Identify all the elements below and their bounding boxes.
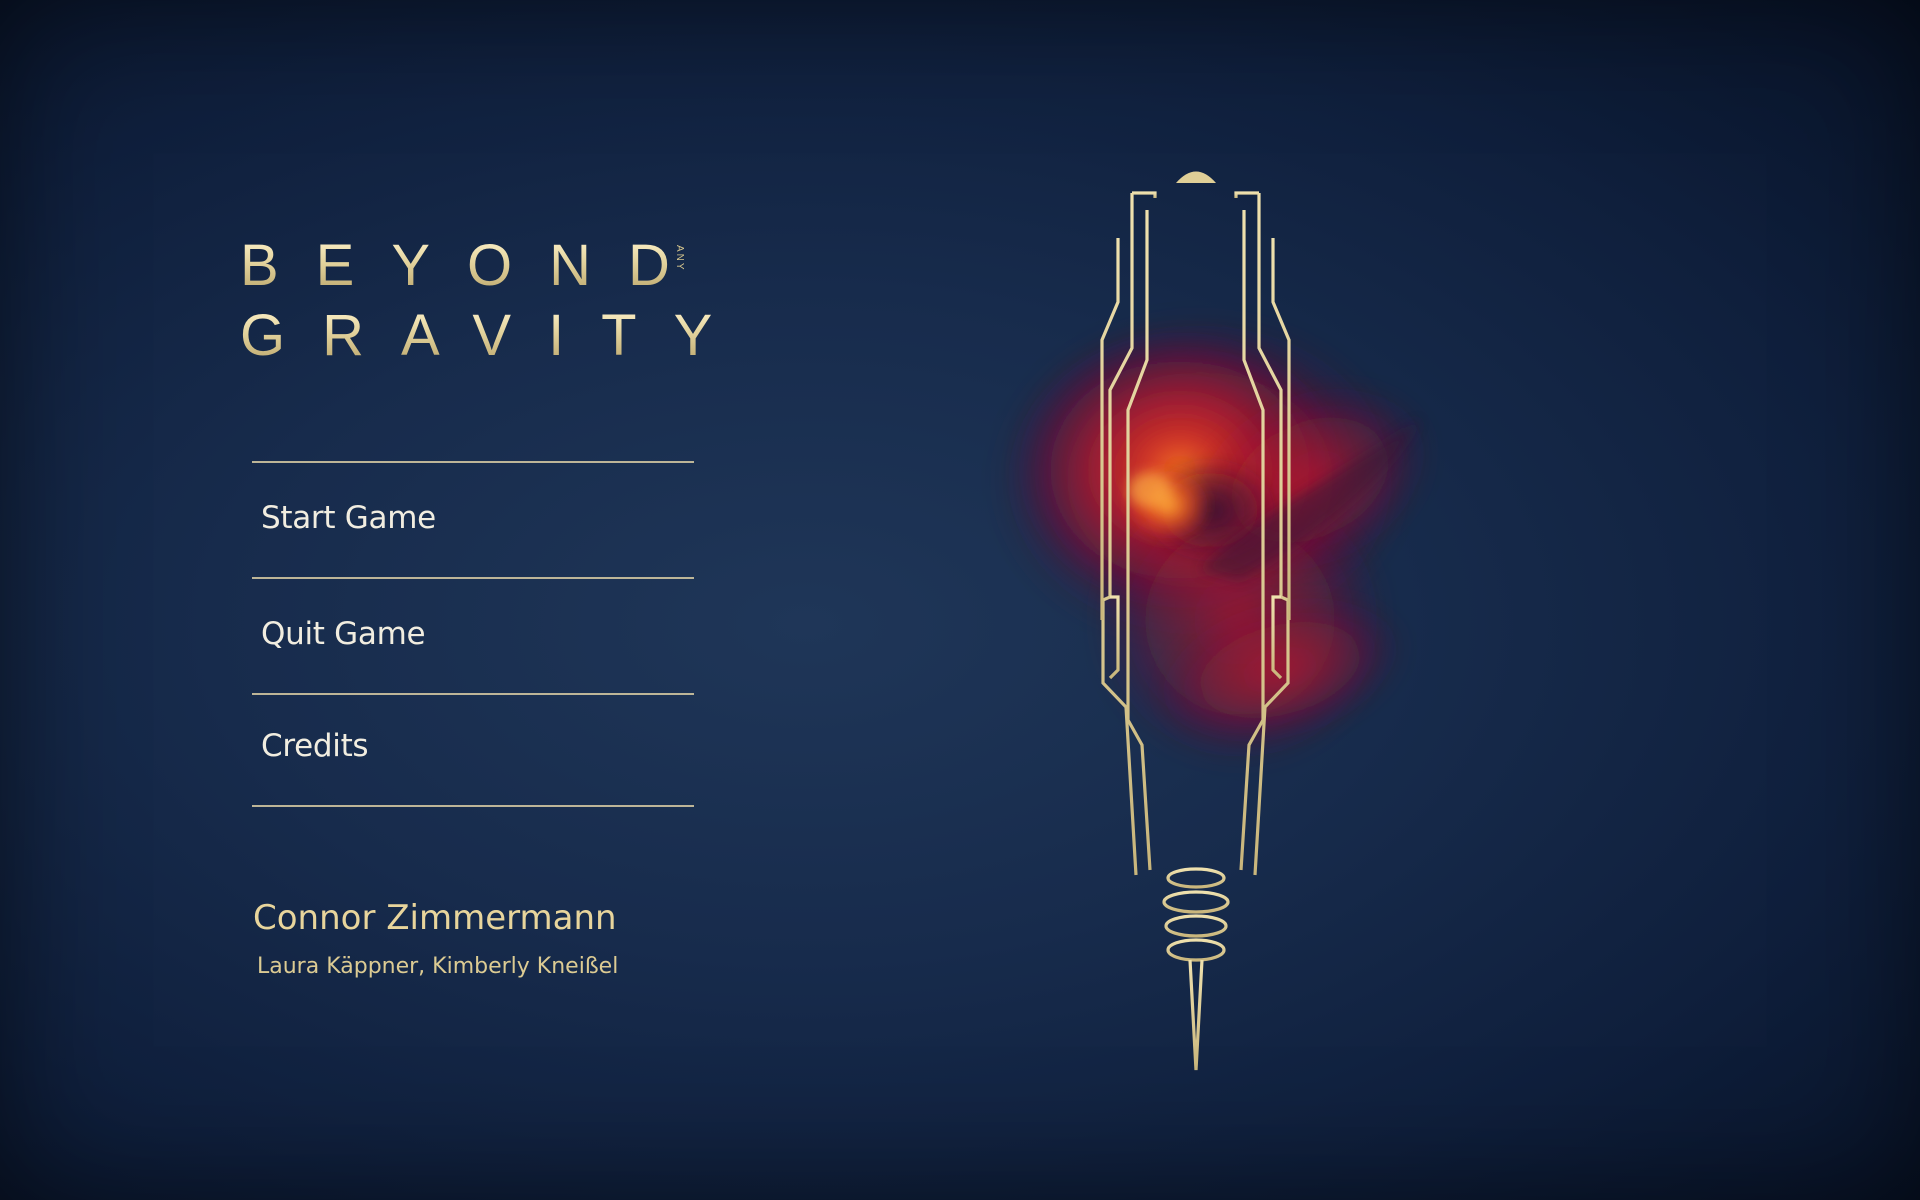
logo-word-gravity: GRAVITY xyxy=(240,303,750,368)
logo-word-beyond: BEYOND xyxy=(240,233,707,298)
team-credit-names: Laura Käppner, Kimberly Kneißel xyxy=(257,954,619,979)
start-game-label: Start Game xyxy=(261,500,436,536)
quit-game-button[interactable]: Quit Game xyxy=(252,579,694,693)
start-game-button[interactable]: Start Game xyxy=(252,463,694,577)
quit-game-label: Quit Game xyxy=(261,616,426,652)
credits-button[interactable]: Credits xyxy=(252,695,694,805)
game-logo: BEYOND GRAVITY xyxy=(240,232,712,372)
credits-label: Credits xyxy=(261,728,369,764)
art-deco-spire-icon xyxy=(990,171,1434,1071)
team-credits: Connor Zimmermann Laura Käppner, Kimberl… xyxy=(253,898,673,980)
menu-divider xyxy=(252,805,694,807)
title-screen: BEYOND GRAVITY ANY Start Game Quit Game … xyxy=(0,0,1920,1200)
main-menu: Start Game Quit Game Credits xyxy=(252,461,694,807)
logo-word-any: ANY xyxy=(674,245,685,272)
lead-credit-name: Connor Zimmermann xyxy=(253,898,617,938)
